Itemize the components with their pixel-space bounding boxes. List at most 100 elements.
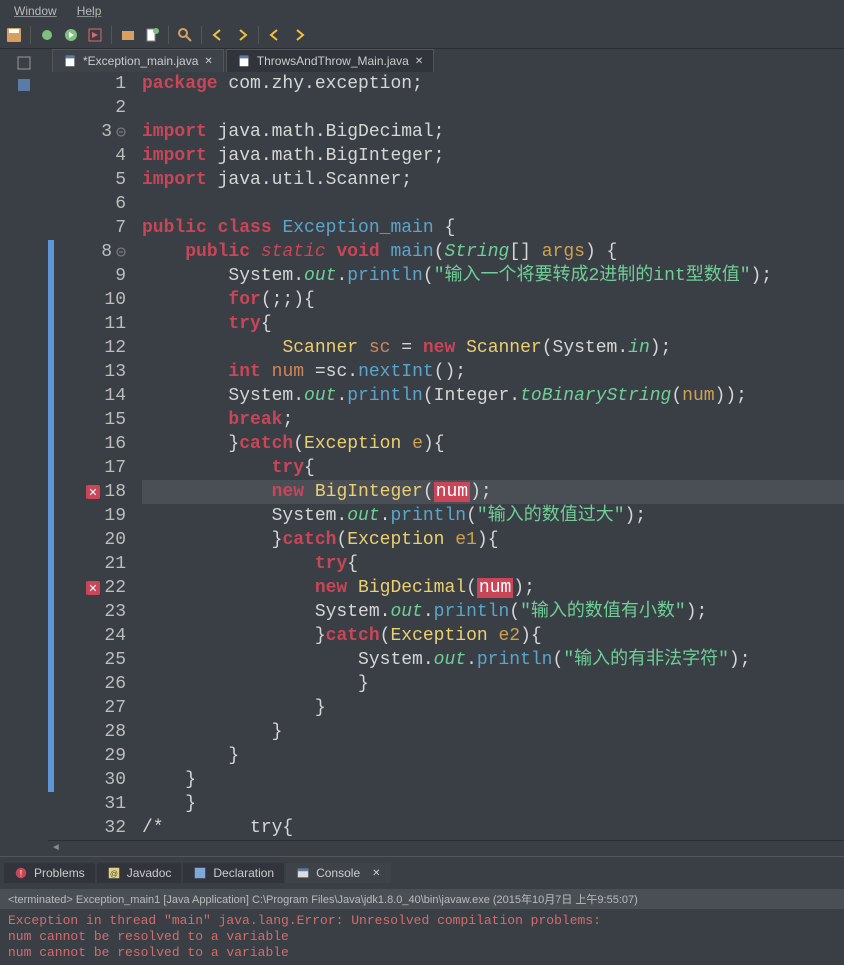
line-number: 23 [48, 600, 130, 624]
menu-help[interactable]: Help [67, 2, 112, 20]
panel-tab-label: Problems [34, 866, 85, 880]
bug-icon[interactable] [39, 27, 55, 43]
fold-icon[interactable] [116, 247, 126, 257]
problems-icon: ! [14, 866, 28, 880]
code-line[interactable]: new BigDecimal(num); [142, 576, 844, 600]
code-line[interactable]: try{ [142, 552, 844, 576]
code-line[interactable]: int num =sc.nextInt(); [142, 360, 844, 384]
code-line[interactable]: } [142, 672, 844, 696]
code-line[interactable]: break; [142, 408, 844, 432]
error-icon: ✕ [86, 485, 100, 499]
code-line[interactable]: public class Exception_main { [142, 216, 844, 240]
panel-tab-label: Declaration [213, 866, 274, 880]
package-explorer-icon[interactable] [16, 77, 32, 93]
bottom-tabs: ! Problems @Javadoc Declaration Console✕ [0, 857, 844, 889]
line-gutter: 1234567891011121314151617✕18192021✕22232… [48, 72, 138, 840]
line-number: 24 [48, 624, 130, 648]
line-number: 7 [48, 216, 130, 240]
code-line[interactable]: } [142, 744, 844, 768]
code-line[interactable]: System.out.println("输入一个将要转成2进制的int型数值")… [142, 264, 844, 288]
line-number: ✕18 [48, 480, 130, 504]
menu-window[interactable]: Window [4, 2, 67, 20]
panel-tab[interactable]: Declaration [183, 863, 284, 883]
restore-icon[interactable] [16, 55, 32, 71]
fold-icon[interactable] [116, 127, 126, 137]
close-icon[interactable]: ✕ [204, 56, 212, 67]
line-number: 11 [48, 312, 130, 336]
line-number: 1 [48, 72, 130, 96]
editor-tab[interactable]: *Exception_main.java✕ [52, 49, 224, 72]
horizontal-scrollbar[interactable]: ◄ [48, 840, 844, 856]
run-icon[interactable] [63, 27, 79, 43]
back2-icon[interactable] [267, 27, 283, 43]
svg-text:!: ! [20, 869, 22, 879]
code-line[interactable]: package com.zhy.exception; [142, 72, 844, 96]
code-line[interactable]: } [142, 720, 844, 744]
close-icon[interactable]: ✕ [415, 56, 423, 67]
code-line[interactable] [142, 192, 844, 216]
code-line[interactable]: System.out.println("输入的数值有小数"); [142, 600, 844, 624]
external-run-icon[interactable] [87, 27, 103, 43]
new-icon[interactable] [144, 27, 160, 43]
tab-label: ThrowsAndThrow_Main.java [257, 54, 409, 68]
line-number: 14 [48, 384, 130, 408]
save-icon[interactable] [6, 27, 22, 43]
line-number: 5 [48, 168, 130, 192]
code-line[interactable]: import java.math.BigInteger; [142, 144, 844, 168]
code-line[interactable]: try{ [142, 456, 844, 480]
java-file-icon [63, 54, 77, 68]
line-number: 19 [48, 504, 130, 528]
line-number: 27 [48, 696, 130, 720]
code-line[interactable]: public static void main(String[] args) { [142, 240, 844, 264]
code-line[interactable]: Scanner sc = new Scanner(System.in); [142, 336, 844, 360]
toolbar [0, 22, 844, 49]
console-icon [296, 866, 310, 880]
code-line[interactable]: } [142, 768, 844, 792]
line-number: 16 [48, 432, 130, 456]
line-number: 32 [48, 816, 130, 840]
line-number: 17 [48, 456, 130, 480]
line-number: 21 [48, 552, 130, 576]
console-line: num cannot be resolved to a variable [8, 929, 836, 945]
line-number: 9 [48, 264, 130, 288]
panel-tab[interactable]: @Javadoc [97, 863, 182, 883]
editor-tab[interactable]: ThrowsAndThrow_Main.java ✕ [226, 49, 434, 72]
line-number: 13 [48, 360, 130, 384]
code-line[interactable] [142, 96, 844, 120]
minimized-views [0, 49, 48, 856]
line-number: 29 [48, 744, 130, 768]
code-line[interactable]: }catch(Exception e){ [142, 432, 844, 456]
code-line[interactable]: } [142, 696, 844, 720]
line-number: 2 [48, 96, 130, 120]
code-area[interactable]: package com.zhy.exception; import java.m… [138, 72, 844, 840]
menubar: Window Help [0, 0, 844, 22]
code-line[interactable]: System.out.println(Integer.toBinaryStrin… [142, 384, 844, 408]
code-line[interactable]: new BigInteger(num); [142, 480, 844, 504]
code-line[interactable]: for(;;){ [142, 288, 844, 312]
forward2-icon[interactable] [291, 27, 307, 43]
code-line[interactable]: System.out.println("输入的有非法字符"); [142, 648, 844, 672]
search-icon[interactable] [177, 27, 193, 43]
code-line[interactable]: try{ [142, 312, 844, 336]
line-number: 3 [48, 120, 130, 144]
code-line[interactable]: }catch(Exception e2){ [142, 624, 844, 648]
line-number: 8 [48, 240, 130, 264]
line-number: ✕22 [48, 576, 130, 600]
scroll-left-icon[interactable]: ◄ [48, 843, 64, 854]
code-line[interactable]: } [142, 792, 844, 816]
line-number: 28 [48, 720, 130, 744]
line-number: 12 [48, 336, 130, 360]
forward-icon[interactable] [234, 27, 250, 43]
line-number: 30 [48, 768, 130, 792]
code-line[interactable]: }catch(Exception e1){ [142, 528, 844, 552]
code-line[interactable]: import java.util.Scanner; [142, 168, 844, 192]
back-icon[interactable] [210, 27, 226, 43]
panel-tab[interactable]: Console✕ [286, 863, 390, 883]
code-line[interactable]: System.out.println("输入的数值过大"); [142, 504, 844, 528]
close-icon[interactable]: ✕ [372, 868, 380, 879]
package-icon[interactable] [120, 27, 136, 43]
code-line[interactable]: /* try{ [142, 816, 844, 840]
code-line[interactable]: import java.math.BigDecimal; [142, 120, 844, 144]
editor-tabs: *Exception_main.java✕ThrowsAndThrow_Main… [52, 49, 844, 72]
panel-tab[interactable]: ! Problems [4, 863, 95, 883]
